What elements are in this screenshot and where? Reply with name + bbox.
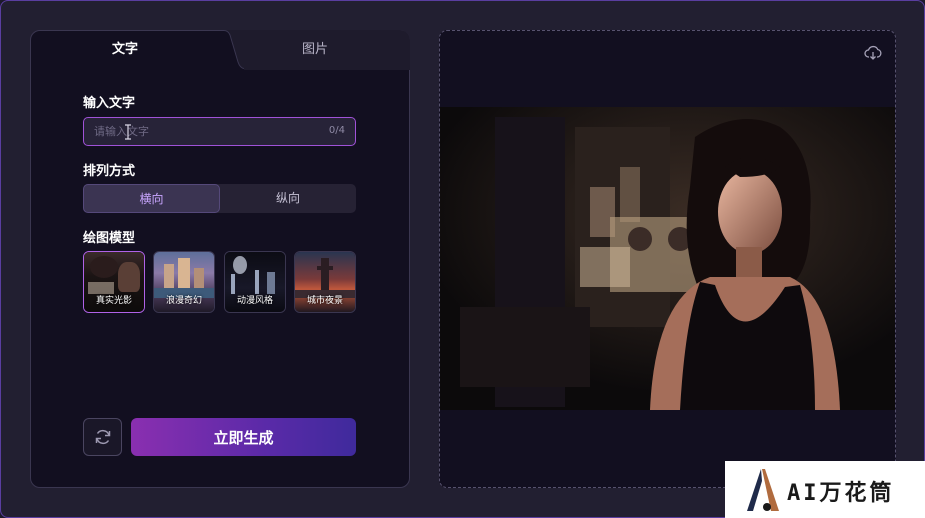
model-caption-anime: 动漫风格 — [236, 296, 273, 306]
tab-text[interactable]: 文字 — [30, 30, 220, 70]
tab-image-label: 图片 — [301, 42, 328, 57]
layout-horizontal-button[interactable]: 横向 — [83, 184, 220, 213]
model-card-fantasy[interactable]: 浪漫奇幻 — [153, 251, 215, 313]
model-card-realistic[interactable]: 真实光影 — [83, 251, 145, 313]
model-caption-realistic: 真实光影 — [95, 296, 132, 306]
layout-toggle: 横向 纵向 — [83, 184, 356, 213]
layout-vertical-button[interactable]: 纵向 — [220, 184, 356, 213]
watermark-logo — [747, 469, 779, 511]
model-label: 绘图模型 — [83, 231, 136, 246]
model-card-anime[interactable]: 动漫风格 — [224, 251, 286, 313]
text-cursor-icon — [125, 124, 131, 140]
model-card-citynight[interactable]: 城市夜景 — [294, 251, 356, 313]
layout-label: 排列方式 — [83, 164, 136, 179]
input-label: 输入文字 — [83, 96, 136, 111]
tab-bar: 图片 文字 — [30, 30, 410, 70]
generated-image — [440, 107, 895, 410]
model-caption-fantasy: 浪漫奇幻 — [165, 296, 202, 306]
tab-image[interactable]: 图片 — [220, 30, 410, 70]
tab-text-label: 文字 — [111, 42, 138, 57]
watermark: AI万花筒 — [725, 461, 925, 518]
cloud-download-icon[interactable] — [864, 44, 882, 62]
refresh-button[interactable] — [83, 418, 122, 456]
generate-button[interactable]: 立即生成 — [131, 418, 356, 456]
model-caption-citynight: 城市夜景 — [306, 296, 343, 306]
text-input-field[interactable]: 0/4 — [83, 117, 356, 146]
watermark-text: AI万花筒 — [787, 481, 895, 506]
char-counter: 0/4 — [328, 125, 345, 136]
portrait-image — [440, 107, 895, 410]
refresh-icon — [95, 429, 111, 445]
